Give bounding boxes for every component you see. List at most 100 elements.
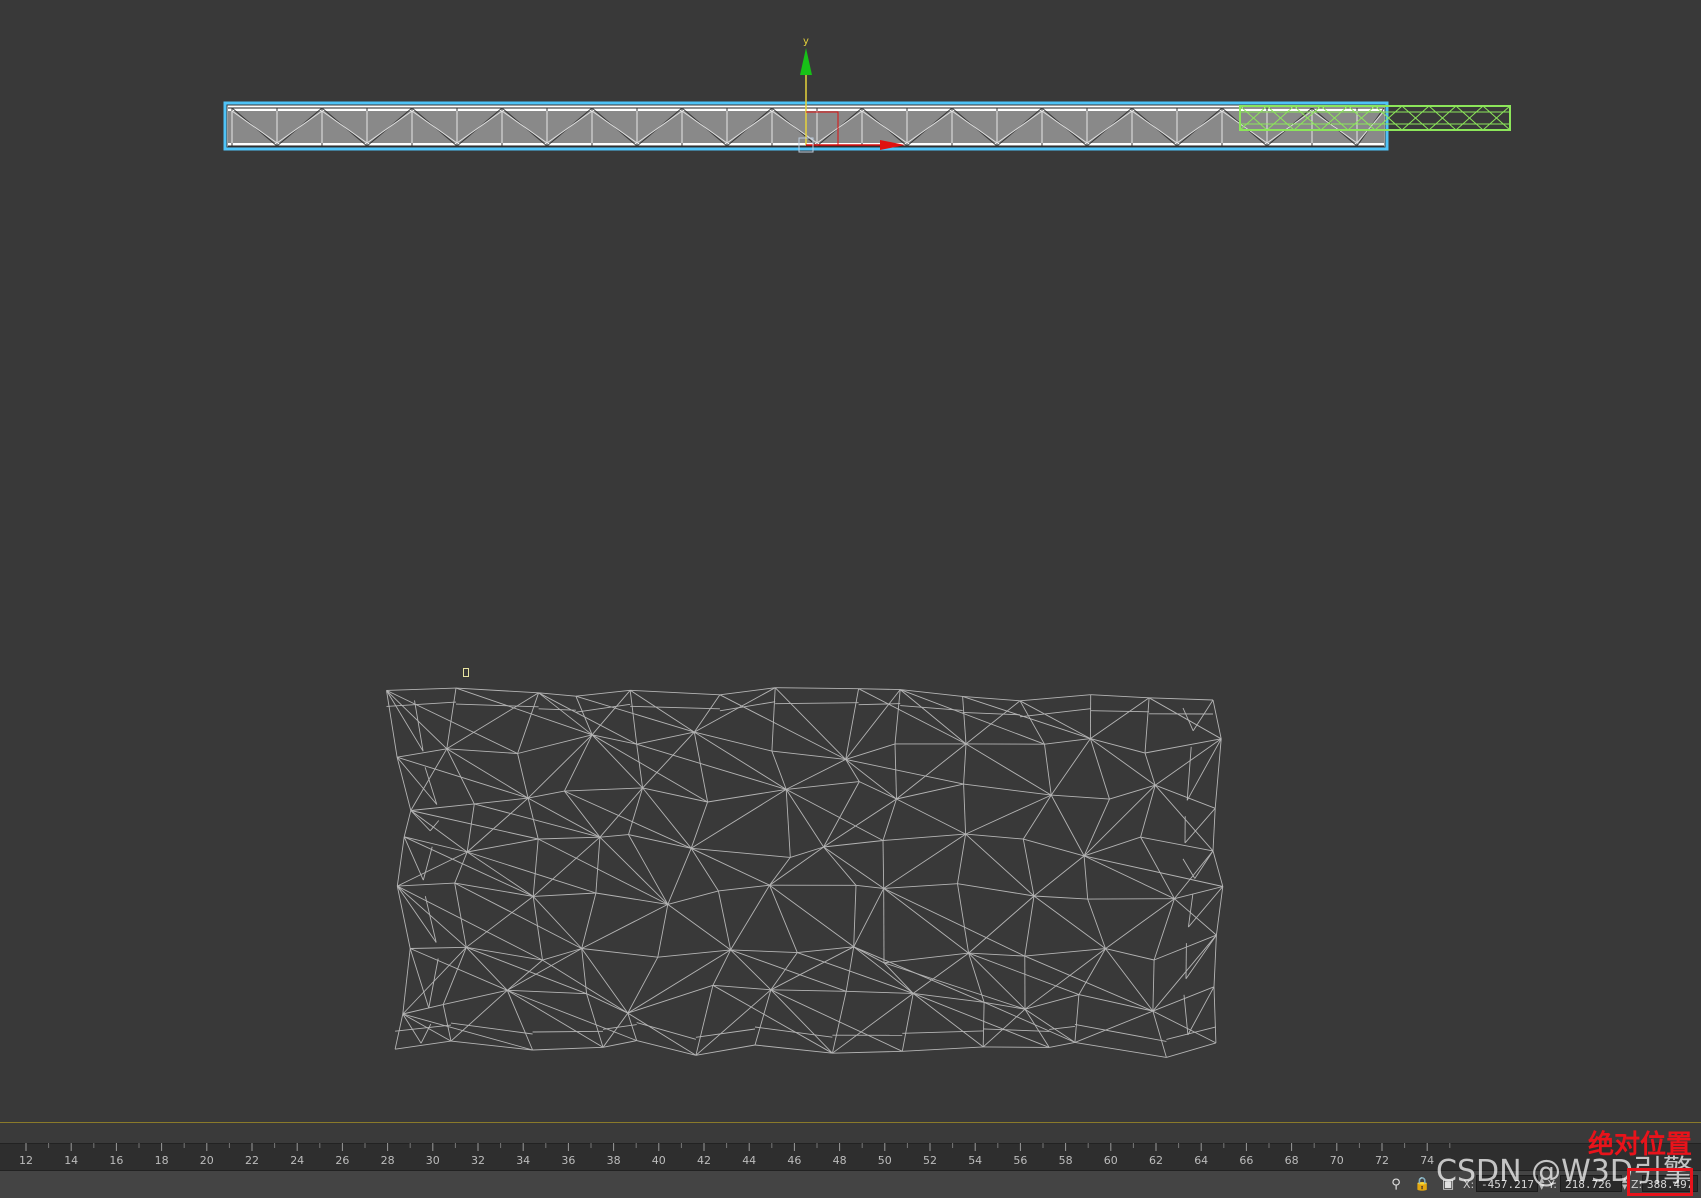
mesh-edge [518,735,593,754]
mesh-edge [1090,739,1145,753]
ruler-tick-label: 48 [833,1154,847,1167]
ruler-tick-label: 36 [561,1154,575,1167]
ruler-tick-label: 66 [1239,1154,1253,1167]
mesh-edge [1084,799,1109,856]
mesh-edge [533,837,600,896]
mesh-edge [403,1005,443,1014]
mesh-edge [969,953,1079,995]
mesh-edge [397,757,528,798]
mesh-edge [895,744,897,799]
mesh-edge [455,883,582,948]
mesh-edge [884,963,1025,1009]
mesh-edge [1051,795,1084,856]
mesh-edge [1216,887,1222,936]
mesh-edge [630,690,720,695]
mesh-edge [564,791,691,848]
mesh-edge [913,993,983,1047]
mesh-edge [630,690,637,744]
mesh-edge [1154,935,1216,960]
mesh-edge [466,947,586,993]
mesh-edge [832,1051,902,1053]
mesh-edge [543,960,628,1013]
mesh-edge [404,811,411,837]
mesh-edge [533,893,596,896]
mesh-edge [1184,995,1188,1035]
ruler-tick-label: 64 [1194,1154,1208,1167]
viewport-3d[interactable]: y [0,0,1701,1122]
mesh-edge [963,696,1091,738]
mesh-edge [467,852,533,896]
mesh-edge [592,735,637,744]
mesh-edge [1075,1024,1167,1041]
mesh-edge [755,1027,832,1037]
mesh-edge [958,834,966,884]
mesh-edge [403,947,467,1014]
mesh-edge [425,767,437,804]
mesh-edge [846,947,854,992]
lock-icon[interactable]: 🔒 [1414,1177,1430,1193]
mesh-edge [1155,739,1221,785]
mesh-edge [775,688,846,760]
mesh-edge [1153,1011,1216,1043]
mesh-edge [731,950,847,991]
mesh-edge [859,704,901,705]
mesh-edge [592,735,643,788]
mesh-edge [603,1013,628,1047]
lightbulb-icon[interactable]: ⚲ [1388,1177,1404,1193]
ruler-tick-label: 26 [335,1154,349,1167]
time-slider[interactable] [0,1123,1701,1144]
mesh-edge [429,959,438,1009]
mesh-edge [668,904,731,950]
mesh-edge [507,960,542,990]
mesh-edge [538,839,668,904]
mesh-edge [1051,739,1090,796]
mesh-edge [883,799,897,841]
ruler-tick-label: 72 [1375,1154,1389,1167]
mesh-edge [694,732,707,802]
mesh-edge [797,953,913,994]
mesh-edge [397,883,454,886]
mesh-edge [533,1047,603,1050]
mesh-edge [387,702,457,706]
ruler-tick-label: 14 [64,1154,78,1167]
mesh-edge [1084,856,1088,899]
mesh-edge [770,857,791,885]
ruler-tick-label: 56 [1013,1154,1027,1167]
mesh-edge [846,744,895,760]
mesh-edge [832,991,846,1053]
object-pivot-marker [463,668,469,677]
mesh-edge [456,704,539,707]
mesh-edge [518,754,529,799]
mesh-edge [543,949,582,961]
mesh-edge [964,784,966,834]
mesh-edge [533,839,538,896]
mesh-edge [387,690,518,753]
ruler-tick-label: 34 [516,1154,530,1167]
mesh-edge [1075,995,1079,1043]
mesh-edge [1091,711,1149,712]
mesh-edge [387,688,457,690]
mesh-edge [902,1031,983,1033]
mesh-edge [775,703,858,704]
mesh-edge [592,735,708,802]
mesh-edge [1025,995,1079,1010]
mesh-edge [897,744,967,799]
mesh-edge [518,693,539,754]
mesh-edge [443,1005,451,1042]
mesh-edge [1174,899,1216,935]
mesh-edge [1034,856,1084,896]
mesh-edge [1045,739,1091,745]
mesh-edge [786,789,883,840]
mesh-edge [964,784,1052,795]
mesh-edge [467,804,474,852]
ruler-tick-label: 54 [968,1154,982,1167]
mesh-edge [772,688,775,751]
mesh-edge [1174,887,1222,899]
mesh-edge [1020,709,1091,717]
mesh-edge [966,744,1051,795]
mesh-edge [846,991,913,993]
mesh-edge [587,994,628,1013]
mesh-edge [1145,698,1149,753]
mesh-edge [1155,785,1213,851]
mesh-edge [1049,1042,1075,1047]
